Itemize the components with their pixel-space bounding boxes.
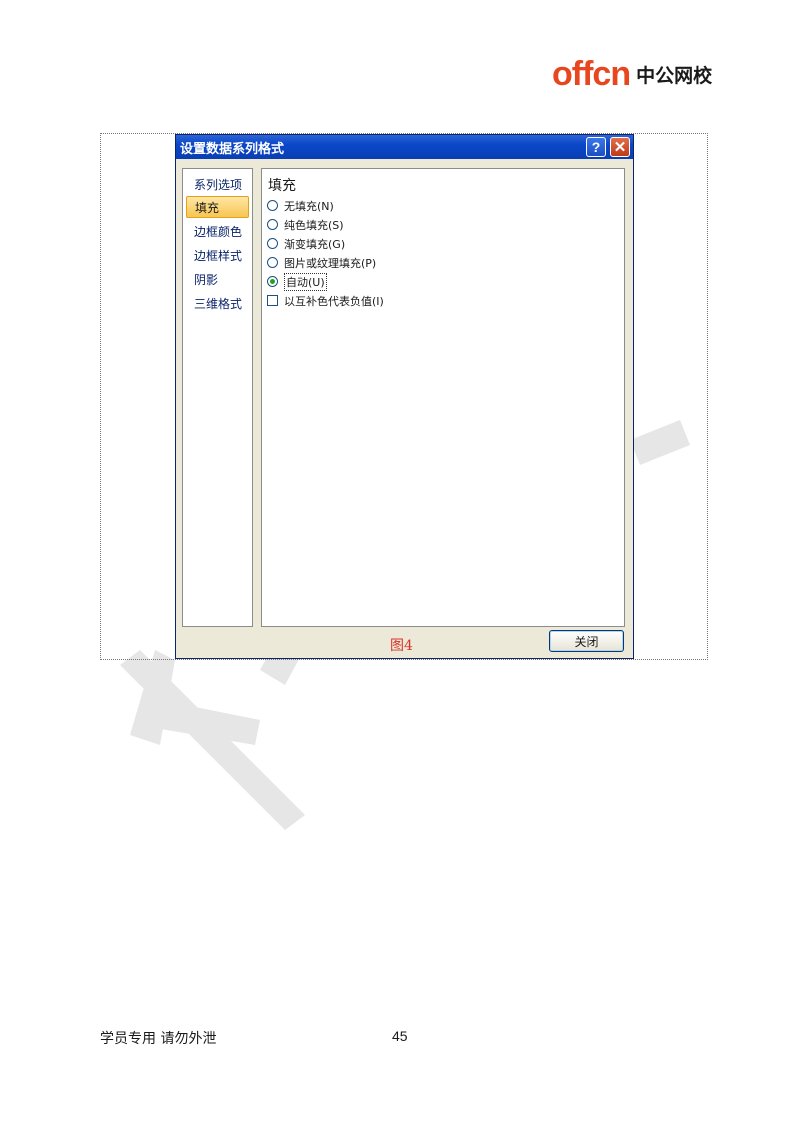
option-picture-fill-label: 图片或纹理填充(P) [284,256,377,270]
option-no-fill-label: 无填充(N) [284,199,334,213]
option-gradient-fill[interactable]: 渐变填充(G) [267,235,345,252]
option-solid-fill[interactable]: 纯色填充(S) [267,216,344,233]
logo-cn-text: 中公网校 [636,65,713,87]
option-automatic[interactable]: 自动(U) [267,272,327,291]
nav-item-fill[interactable]: 填充 [186,196,249,218]
fill-settings-pane: 填充 无填充(N) 纯色填充(S) 渐变填充(G) 图片或纹理填充(P) 自动(… [261,168,625,627]
radio-solid-fill[interactable] [267,219,278,230]
figure-caption: 图4 [390,638,413,654]
option-automatic-label: 自动(U) [284,272,327,291]
dialog-titlebar[interactable]: 设置数据系列格式 ? ✕ [176,135,633,159]
category-list: 系列选项 填充 边框颜色 边框样式 阴影 三维格式 [182,168,253,627]
close-button[interactable]: 关闭 [549,630,624,652]
format-data-series-dialog: 设置数据系列格式 ? ✕ 系列选项 填充 边框颜色 边框样式 阴影 三维格式 填… [175,134,634,659]
option-invert-negative[interactable]: 以互补色代表负值(I) [267,292,384,309]
dialog-title: 设置数据系列格式 [180,141,285,157]
checkbox-invert-negative[interactable] [267,295,278,306]
radio-no-fill[interactable] [267,200,278,211]
footer-notice: 学员专用 请勿外泄 [100,1031,217,1047]
section-title: 填充 [268,178,296,194]
nav-item-shadow[interactable]: 阴影 [186,268,249,290]
option-picture-fill[interactable]: 图片或纹理填充(P) [267,254,376,271]
nav-item-series-options[interactable]: 系列选项 [186,173,249,195]
nav-item-border-color[interactable]: 边框颜色 [186,220,249,242]
close-icon[interactable]: ✕ [610,137,630,157]
radio-gradient-fill[interactable] [267,238,278,249]
page-number: 45 [392,1028,408,1044]
radio-picture-fill[interactable] [267,257,278,268]
help-icon[interactable]: ? [586,137,606,157]
nav-item-border-style[interactable]: 边框样式 [186,244,249,266]
logo-latin-text: offcn [552,55,631,93]
option-solid-fill-label: 纯色填充(S) [284,218,344,232]
nav-item-3d-format[interactable]: 三维格式 [186,292,249,314]
option-invert-negative-label: 以互补色代表负值(I) [284,294,384,308]
radio-automatic[interactable] [267,276,278,287]
option-no-fill[interactable]: 无填充(N) [267,197,334,214]
offcn-logo: offcn 中公网校 [552,52,712,92]
option-gradient-fill-label: 渐变填充(G) [284,237,346,251]
